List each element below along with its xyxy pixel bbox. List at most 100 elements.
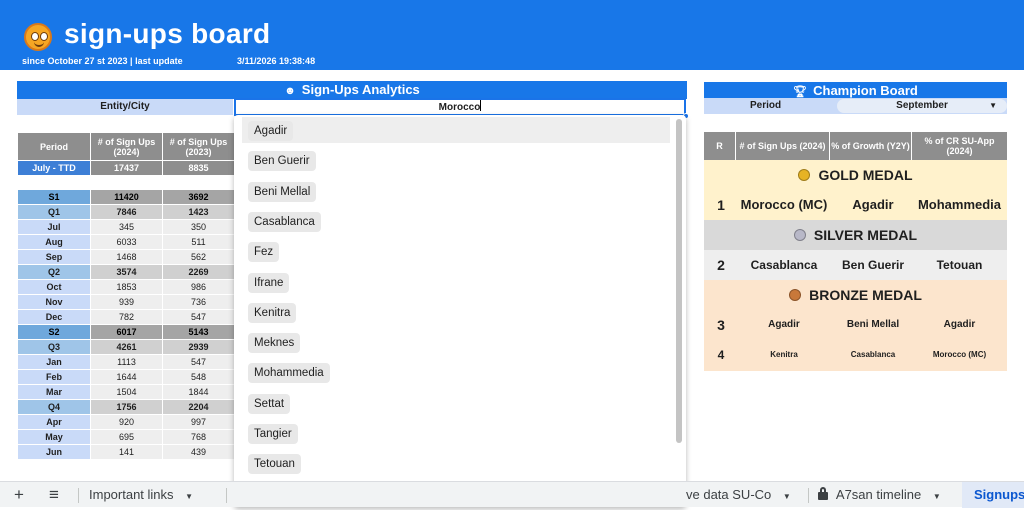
table-row: Dec 782 547 bbox=[17, 309, 235, 325]
table-row: Apr 920 997 bbox=[17, 414, 235, 430]
cell-2024: 17437 bbox=[90, 160, 163, 176]
bronze-medal-icon bbox=[789, 289, 802, 301]
dropdown-option[interactable]: Tetouan bbox=[242, 450, 672, 476]
tab-a7san-timeline[interactable]: A7san timeline ▼ bbox=[818, 482, 941, 508]
city-dropdown[interactable]: Agadir Ben Guerir Beni Mellal Casablanca Fez… bbox=[234, 115, 686, 507]
entity-filter-input[interactable]: Morocco bbox=[234, 98, 686, 116]
rank-cell-cr: Morocco (MC) bbox=[932, 350, 987, 359]
option-chip: Fez bbox=[248, 242, 280, 263]
cell-2024 bbox=[90, 175, 163, 190]
cell-2023: 3692 bbox=[162, 189, 235, 205]
gold-medal-banner: GOLD MEDAL bbox=[704, 160, 1007, 190]
rank-cell-cr: Mohammedia bbox=[917, 197, 1002, 212]
rank-cell-signups: Casablanca bbox=[750, 258, 818, 272]
table-row: Q3 4261 2939 bbox=[17, 339, 235, 355]
table-row: Q2 3574 2269 bbox=[17, 264, 235, 280]
cell-2023 bbox=[162, 175, 235, 190]
cell-2024: 345 bbox=[90, 219, 163, 235]
cell-2024: 1468 bbox=[90, 249, 163, 265]
add-sheet-button[interactable]: + bbox=[14, 482, 24, 508]
cell-period: Aug bbox=[17, 234, 91, 250]
cell-period: May bbox=[17, 429, 91, 445]
dropdown-option[interactable]: Kenitra bbox=[242, 299, 672, 325]
cell-2023: 547 bbox=[162, 354, 235, 370]
cell-2023: 2939 bbox=[162, 339, 235, 355]
cell-period: Q1 bbox=[17, 204, 91, 220]
dropdown-option[interactable]: Mohammedia bbox=[242, 359, 672, 385]
option-chip: Agadir bbox=[248, 121, 294, 141]
rank-cell-signups: Kenitra bbox=[770, 350, 798, 359]
trophy-icon: 🏆︎ bbox=[793, 86, 808, 98]
rank-cell-growth: Casablanca bbox=[850, 350, 896, 359]
rank-cell-growth: Beni Mellal bbox=[846, 319, 900, 330]
col-header-signups: # of Sign Ups (2024) bbox=[736, 132, 830, 160]
analytics-title-bar: ☻ Sign-Ups Analytics bbox=[17, 81, 687, 99]
table-row: Jun 141 439 bbox=[17, 444, 235, 460]
cell-2023: 8835 bbox=[162, 160, 235, 176]
chevron-down-icon: ▼ bbox=[932, 492, 941, 501]
tab-label: Important links bbox=[89, 487, 174, 502]
period-select[interactable]: September ▼ bbox=[837, 99, 1007, 113]
option-chip: Ifrane bbox=[248, 272, 290, 293]
gold-medal-label: GOLD MEDAL bbox=[818, 167, 913, 183]
dropdown-option[interactable]: Settat bbox=[242, 390, 672, 416]
tab-data-su-co[interactable]: ve data SU-Co ▼ bbox=[686, 482, 791, 508]
tab-label: A7san timeline bbox=[835, 487, 922, 502]
silver-medal-icon bbox=[793, 229, 806, 241]
cell-period: Oct bbox=[17, 279, 91, 295]
option-chip: Tetouan bbox=[248, 454, 301, 475]
tab-divider bbox=[226, 488, 227, 503]
cell-2024: 6033 bbox=[90, 234, 163, 250]
tab-important-links[interactable]: Important links ▼ bbox=[89, 482, 193, 508]
dropdown-option[interactable]: Meknes bbox=[242, 329, 672, 355]
col-header-period: Period bbox=[17, 132, 91, 161]
header-banner: sign-ups board since October 27 st 2023 … bbox=[0, 0, 1024, 70]
rank-cell-cr: Tetouan bbox=[936, 258, 983, 272]
col-header-rank: R bbox=[704, 132, 736, 160]
cell-period: July - TTD bbox=[17, 160, 91, 176]
cell-2024: 1853 bbox=[90, 279, 163, 295]
rank-cell-growth: Ben Guerir bbox=[841, 258, 904, 272]
cell-2024: 7846 bbox=[90, 204, 163, 220]
sheet-tab-bar: + ≡ Important links ▼ ve data SU-Co ▼ A7… bbox=[0, 481, 1024, 508]
filter-label: Entity/City bbox=[17, 99, 233, 115]
dropdown-option[interactable]: Beni Mellal bbox=[242, 178, 672, 204]
dropdown-option[interactable]: Tangier bbox=[242, 420, 672, 446]
table-row: May 695 768 bbox=[17, 429, 235, 445]
option-chip: Ben Guerir bbox=[248, 151, 316, 172]
dropdown-option[interactable]: Fez bbox=[242, 238, 672, 264]
all-sheets-button[interactable]: ≡ bbox=[49, 482, 59, 508]
since-text: since October 27 st 2023 | last update bbox=[22, 56, 183, 66]
cell-2024: 4261 bbox=[90, 339, 163, 355]
cell-2023: 511 bbox=[162, 234, 235, 250]
option-chip: Settat bbox=[248, 393, 291, 414]
cell-period: Q2 bbox=[17, 264, 91, 280]
table-row: Sep 1468 562 bbox=[17, 249, 235, 265]
rank-number: 1 bbox=[717, 197, 725, 213]
dropdown-scrollbar[interactable] bbox=[676, 119, 682, 443]
cell-2023: 439 bbox=[162, 444, 235, 460]
rank-row-1: 1 Morocco (MC) Agadir Mohammedia bbox=[704, 190, 1007, 220]
cell-2023: 1423 bbox=[162, 204, 235, 220]
cell-2023: 736 bbox=[162, 294, 235, 310]
chevron-down-icon: ▼ bbox=[185, 492, 194, 501]
chevron-down-icon: ▼ bbox=[989, 101, 997, 110]
text-cursor bbox=[480, 100, 482, 111]
tab-signups-active[interactable]: Signups bbox=[962, 482, 1024, 508]
table-row: S2 6017 5143 bbox=[17, 324, 235, 340]
tab-divider bbox=[78, 488, 79, 503]
cell-period: Q3 bbox=[17, 339, 91, 355]
cell-2024: 939 bbox=[90, 294, 163, 310]
dropdown-option[interactable]: Agadir bbox=[242, 117, 670, 143]
cell-period: Jul bbox=[17, 219, 91, 235]
table-row: Jan 1113 547 bbox=[17, 354, 235, 370]
cell-2024: 1644 bbox=[90, 369, 163, 385]
dropdown-option[interactable]: Casablanca bbox=[242, 208, 672, 234]
cell-2024: 1113 bbox=[90, 354, 163, 370]
dropdown-option[interactable]: Ifrane bbox=[242, 269, 672, 295]
cell-2023: 350 bbox=[162, 219, 235, 235]
lock-icon bbox=[818, 487, 828, 500]
dropdown-option[interactable]: Ben Guerir bbox=[242, 147, 672, 173]
cell-2024: 3574 bbox=[90, 264, 163, 280]
champion-header-row: R # of Sign Ups (2024) % of Growth (Y2Y)… bbox=[704, 132, 1007, 160]
